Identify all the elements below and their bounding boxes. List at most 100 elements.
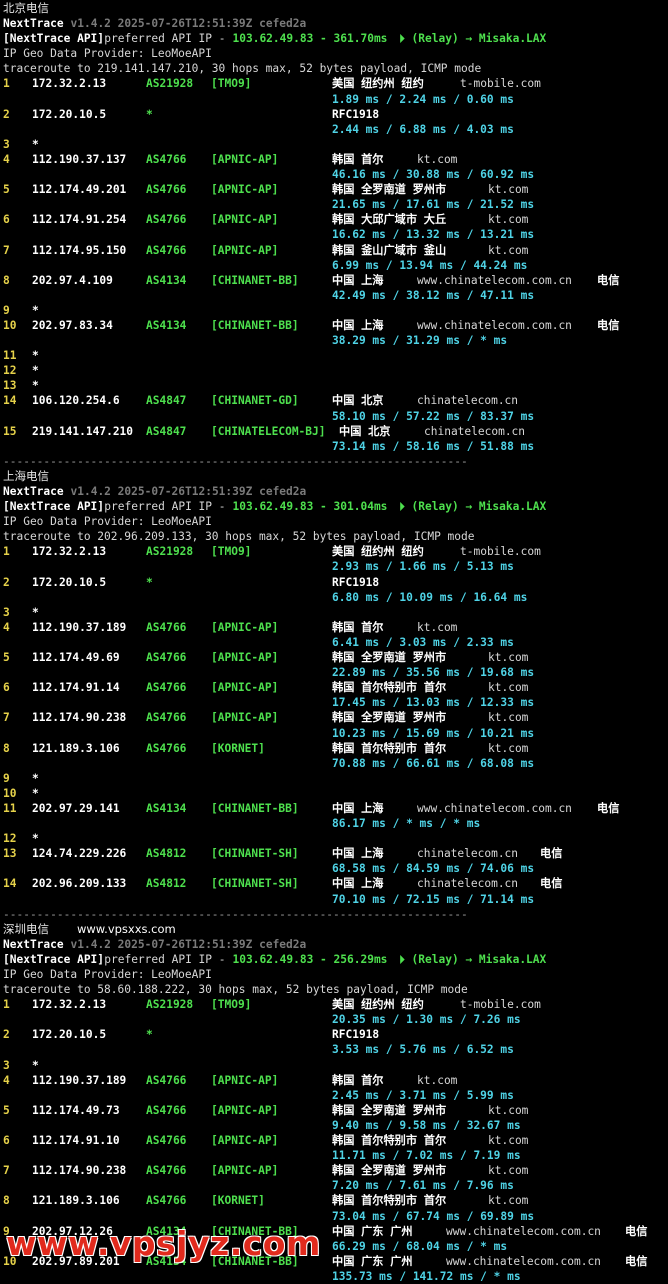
hop-geo: 韩国 首尔特别市 首尔 <box>332 1134 447 1148</box>
hop-rtt-row: 73.04 ms / 67.74 ms / 69.89 ms <box>3 1209 668 1224</box>
hop-tag: [APNIC-AP] <box>211 1134 279 1148</box>
hop-row: 8 121.189.3.106 AS4766 [KORNET] 韩国 首尔特别市 首尔 k… <box>3 741 668 756</box>
hop-row: 6 112.174.91.10 AS4766 [APNIC-AP] 韩国 首尔特别市 首… <box>3 1133 668 1148</box>
nexttrace-name: NextTrace <box>3 937 64 951</box>
hop-rtt-row: 10.23 ms / 15.69 ms / 10.21 ms <box>3 726 668 741</box>
hop-geo: 中国 上海 <box>332 877 384 891</box>
hop-ip: 112.174.91.14 <box>32 681 120 695</box>
hop-asn: AS21928 <box>146 545 194 559</box>
hop-isp: 电信 <box>625 1254 648 1268</box>
hop-geo: 韩国 首尔特别市 首尔 <box>332 741 447 755</box>
hop-number: 10 <box>3 786 17 800</box>
api-tag: [NextTrace API] <box>3 32 105 46</box>
hop-row: 6 112.174.91.14 AS4766 [APNIC-AP] 韩国 首尔特别市 首… <box>3 680 668 695</box>
hop-number: 9 <box>3 303 10 317</box>
hop-geo: 美国 纽约州 纽约 <box>332 77 424 91</box>
hop-row: 8 202.97.4.109 AS4134 [CHINANET-BB] 中国 上海 www… <box>3 273 668 288</box>
hop-row: 7 112.174.90.238 AS4766 [APNIC-AP] 韩国 全罗南道 罗… <box>3 710 668 725</box>
hop-tag: [TMO9] <box>211 545 252 559</box>
hop-number: 3 <box>3 605 10 619</box>
hop-number: 2 <box>3 107 10 121</box>
section-title-line: 深圳电信 www.vpsxxs.com <box>3 922 668 937</box>
api-line: [NextTrace API] preferred API IP - 103.62… <box>3 952 668 967</box>
hop-rtt: 20.35 ms / 1.30 ms / 7.26 ms <box>332 1013 521 1027</box>
hop-number: 2 <box>3 575 10 589</box>
hop-row: 13 * <box>3 378 668 393</box>
hop-row: 1 172.32.2.13 AS21928 [TMO9] 美国 纽约州 纽约 t-mobi… <box>3 76 668 91</box>
hop-host: kt.com <box>488 1103 529 1117</box>
hop-row: 11 202.97.29.141 AS4134 [CHINANET-BB] 中国 上海 w… <box>3 801 668 816</box>
hop-geo: 美国 纽约州 纽约 <box>332 545 424 559</box>
hop-tag: [CHINANET-BB] <box>211 273 299 287</box>
hop-number: 4 <box>3 1073 10 1087</box>
hop-rtt: 46.16 ms / 30.88 ms / 60.92 ms <box>332 168 535 182</box>
hop-geo: 中国 上海 <box>332 801 384 815</box>
hop-ip: 112.174.95.150 <box>32 243 127 257</box>
hop-tag: [APNIC-AP] <box>211 213 279 227</box>
hop-rtt: 22.89 ms / 35.56 ms / 19.68 ms <box>332 666 535 680</box>
hop-tag: [CHINANET-BB] <box>211 318 299 332</box>
hop-isp: 电信 <box>625 1224 648 1238</box>
hop-row: 2 172.20.10.5 * RFC1918 <box>3 575 668 590</box>
hop-host: www.chinatelecom.com.cn <box>417 273 572 287</box>
hop-row: 9 * <box>3 303 668 318</box>
hop-rtt: 9.40 ms / 9.58 ms / 32.67 ms <box>332 1118 521 1132</box>
hop-asn: AS4766 <box>146 152 187 166</box>
hop-ip: 112.174.49.69 <box>32 651 120 665</box>
nexttrace-name: NextTrace <box>3 485 64 498</box>
hop-rtt: 11.71 ms / 7.02 ms / 7.19 ms <box>332 1149 521 1163</box>
hop-row: 10 * <box>3 786 668 801</box>
hop-host: kt.com <box>488 1194 529 1208</box>
hop-row: 11 * <box>3 348 668 363</box>
hop-row: 12 * <box>3 363 668 378</box>
hop-rtt-row: 86.17 ms / * ms / * ms <box>3 816 668 831</box>
hop-geo: 中国 北京 <box>332 394 384 408</box>
hop-ip: 172.20.10.5 <box>32 1028 107 1042</box>
hop-number: 1 <box>3 77 10 91</box>
hop-geo: 美国 纽约州 纽约 <box>332 998 424 1012</box>
hop-rtt-row: 3.53 ms / 5.76 ms / 6.52 ms <box>3 1042 668 1057</box>
hop-ip: 124.74.229.226 <box>32 847 127 861</box>
hop-ip: 172.20.10.5 <box>32 575 107 589</box>
hop-asn: AS4766 <box>146 1073 187 1087</box>
hop-rtt-row: 6.80 ms / 10.09 ms / 16.64 ms <box>3 590 668 605</box>
hop-ip: 112.174.49.201 <box>32 183 127 197</box>
hop-row: 14 202.96.209.133 AS4812 [CHINANET-SH] 中国 上海… <box>3 876 668 891</box>
hop-ip: 172.20.10.5 <box>32 107 107 121</box>
hop-tag: [APNIC-AP] <box>211 183 279 197</box>
hop-rtt-row: 38.29 ms / 31.29 ms / * ms <box>3 333 668 348</box>
api-relay: ⏵ (Relay) → Misaka.LAX <box>399 952 547 966</box>
hop-row: 13 124.74.229.226 AS4812 [CHINANET-SH] 中国 上海… <box>3 846 668 861</box>
version-line: NextTrace v1.4.2 2025-07-26T12:51:39Z cef… <box>3 16 668 31</box>
hop-number: 2 <box>3 1028 10 1042</box>
hop-rtt: 73.04 ms / 67.74 ms / 69.89 ms <box>332 1209 535 1223</box>
hop-ip: 112.190.37.189 <box>32 1073 127 1087</box>
hop-ip: * <box>32 349 39 363</box>
hop-tag: [TMO9] <box>211 77 252 91</box>
hop-row: 3 * <box>3 137 668 152</box>
traceroute-header: traceroute to 219.141.147.210, 30 hops m… <box>3 62 482 76</box>
hop-row: 15 219.141.147.210 AS4847 [CHINATELECOM-BJ]… <box>3 424 668 439</box>
api-ip: 103.62.49.83 - 361.70ms <box>232 32 388 46</box>
hop-host: kt.com <box>488 711 529 725</box>
hop-tag: [KORNET] <box>211 741 265 755</box>
hop-geo: 中国 上海 <box>332 318 384 332</box>
hop-geo: RFC1918 <box>332 1028 380 1042</box>
hop-rtt-row: 7.20 ms / 7.61 ms / 7.96 ms <box>3 1178 668 1193</box>
hop-ip: 172.32.2.13 <box>32 77 107 91</box>
hop-rtt: 2.44 ms / 6.88 ms / 4.03 ms <box>332 122 514 136</box>
hop-row: 1 172.32.2.13 AS21928 [TMO9] 美国 纽约州 纽约 t-mobi… <box>3 997 668 1012</box>
hop-host: kt.com <box>417 152 458 166</box>
hop-asn: AS4134 <box>146 318 187 332</box>
hop-rtt: 6.99 ms / 13.94 ms / 44.24 ms <box>332 258 528 272</box>
hop-ip: * <box>32 303 39 317</box>
hop-geo: 韩国 首尔 <box>332 152 384 166</box>
hop-number: 7 <box>3 1164 10 1178</box>
hop-ip: 106.120.254.6 <box>32 394 120 408</box>
hop-rtt-row: 20.35 ms / 1.30 ms / 7.26 ms <box>3 1012 668 1027</box>
hop-asn: AS4812 <box>146 877 187 891</box>
hop-host: chinatelecom.cn <box>417 877 519 891</box>
api-pref: preferred API IP - <box>104 32 233 46</box>
api-tag: [NextTrace API] <box>3 500 105 514</box>
hop-tag: [APNIC-AP] <box>211 681 279 695</box>
